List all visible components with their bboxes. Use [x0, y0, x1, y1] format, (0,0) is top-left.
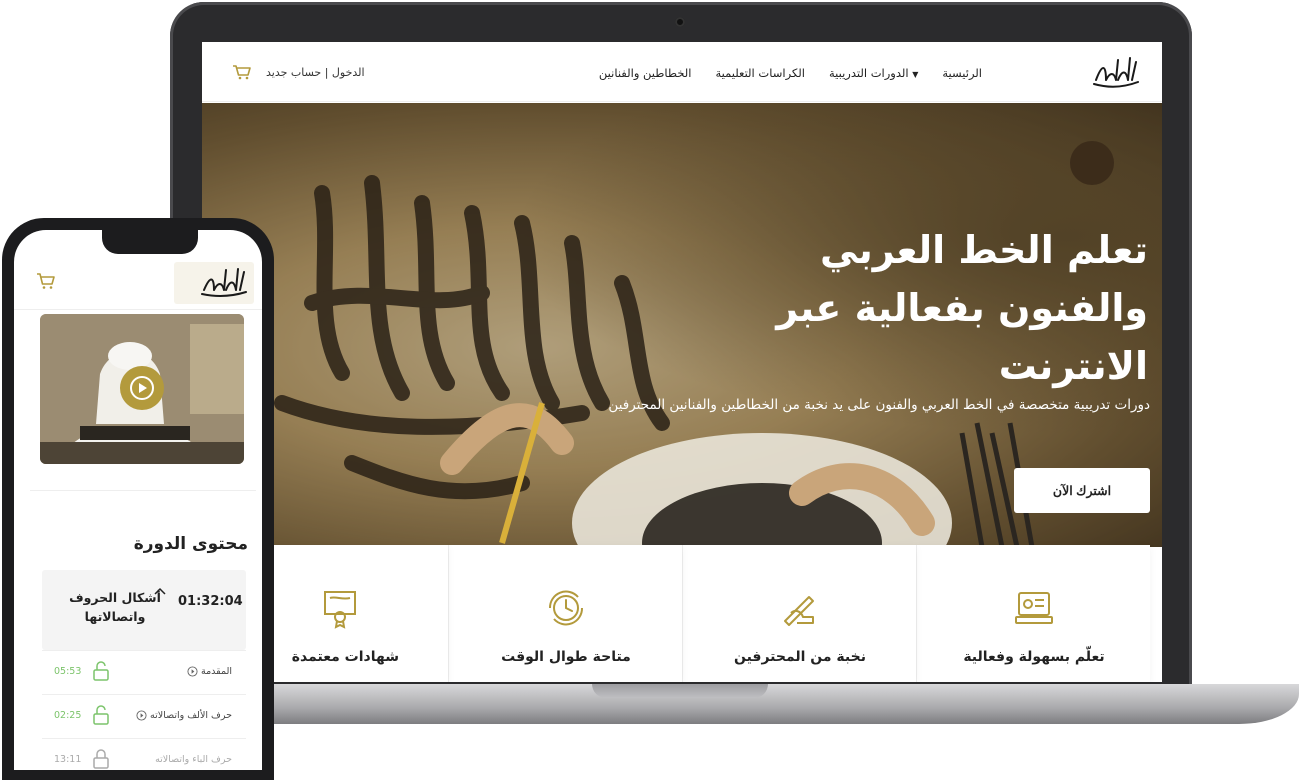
play-icon	[130, 376, 154, 400]
menu-item-courses[interactable]: الدورات التدريبية ▼	[829, 66, 918, 80]
laptop-screen: الدخول | حساب جديد الرئيسية الدورات التد…	[202, 42, 1162, 682]
feature-title: متاحة طوال الوقت	[501, 649, 631, 665]
calligraphy-logo-icon[interactable]	[1092, 54, 1140, 90]
lock-icon	[93, 749, 109, 769]
hero-title-line-3: الانترنت	[998, 344, 1148, 388]
phone-frame: محتوى الدورة 01:32:04 أشكال الحروف واتصا…	[2, 218, 274, 780]
chevron-down-icon: ▼	[912, 70, 919, 79]
lesson-duration: 13:11	[54, 754, 82, 765]
subscribe-now-button[interactable]: اشترك الآن	[1014, 468, 1150, 513]
pen-hand-icon	[784, 596, 814, 626]
feature-title: تعلّم بسهولة وفعالية	[963, 649, 1105, 665]
hero-title-line-2: والفنون بفعالية عبر	[776, 286, 1148, 330]
unlock-icon	[93, 705, 109, 725]
play-button[interactable]	[120, 366, 164, 410]
course-video-thumbnail[interactable]	[40, 314, 244, 464]
hero-subtitle: دورات تدريبية متخصصة في الخط العربي والف…	[608, 397, 1150, 413]
lesson-row[interactable]: 02:25 حرف الألف واتصالاته	[42, 694, 246, 738]
lesson-duration: 02:25	[54, 710, 82, 721]
hero-title-line-1: تعلم الخط العربي	[820, 228, 1148, 272]
feature-card-learn: تعلّم بسهولة وفعالية	[916, 545, 1150, 682]
hero-title: تعلم الخط العربي والفنون بفعالية عبر الا…	[688, 221, 1148, 395]
course-content-title: محتوى الدورة	[133, 534, 248, 554]
login-register-link[interactable]: الدخول | حساب جديد	[266, 66, 365, 79]
lesson-title: المقدمة	[187, 666, 232, 677]
lesson-title-text: حرف الباء واتصالاته	[155, 754, 232, 765]
play-circle-icon	[136, 710, 147, 721]
certificate-icon	[324, 591, 356, 629]
lesson-title: حرف الألف واتصالاته	[136, 710, 232, 721]
navbar: الدخول | حساب جديد الرئيسية الدورات التد…	[202, 42, 1162, 102]
play-circle-icon	[187, 666, 198, 677]
menu-item-booklets[interactable]: الكراسات التعليمية	[715, 66, 805, 80]
feature-card-experts: نخبة من المحترفين	[682, 545, 916, 682]
lesson-duration: 05:53	[54, 666, 82, 677]
lesson-row[interactable]: 13:11 حرف الباء واتصالاته	[42, 738, 246, 770]
hero-section: تعلم الخط العربي والفنون بفعالية عبر الا…	[202, 103, 1162, 547]
section-duration: 01:32:04	[178, 594, 243, 609]
divider	[30, 490, 256, 491]
course-section-header[interactable]: 01:32:04 أشكال الحروف واتصالاتها	[42, 570, 246, 650]
feature-card-available: متاحة طوال الوقت	[448, 545, 682, 682]
features-strip: تعلّم بسهولة وفعالية نخبة من المحترفين م…	[202, 545, 1162, 682]
laptop-notch	[592, 684, 768, 698]
feature-title: نخبة من المحترفين	[733, 649, 866, 665]
menu-item-artists[interactable]: الخطاطين والفنانين	[599, 66, 692, 80]
phone-header	[14, 256, 262, 310]
menu-item-home[interactable]: الرئيسية	[942, 66, 982, 80]
chevron-up-icon[interactable]	[154, 587, 166, 595]
calligraphy-logo-icon[interactable]	[200, 266, 248, 298]
unlock-icon	[93, 661, 109, 681]
cart-icon[interactable]	[232, 64, 252, 80]
main-menu: الرئيسية الدورات التدريبية ▼ الكراسات ال…	[599, 66, 982, 80]
nav-account-area: الدخول | حساب جديد	[232, 64, 365, 80]
lesson-title-text: حرف الألف واتصالاته	[150, 710, 232, 721]
laptop-camera	[675, 17, 685, 27]
menu-item-courses-label: الدورات التدريبية	[828, 66, 909, 80]
phone-notch	[102, 230, 198, 254]
cart-icon[interactable]	[36, 272, 56, 290]
phone-screen: محتوى الدورة 01:32:04 أشكال الحروف واتصا…	[14, 230, 262, 770]
lesson-row[interactable]: 05:53 المقدمة	[42, 650, 246, 694]
lesson-title-text: المقدمة	[200, 666, 232, 677]
online-learning-icon	[1015, 592, 1053, 624]
clock-icon	[548, 590, 584, 626]
